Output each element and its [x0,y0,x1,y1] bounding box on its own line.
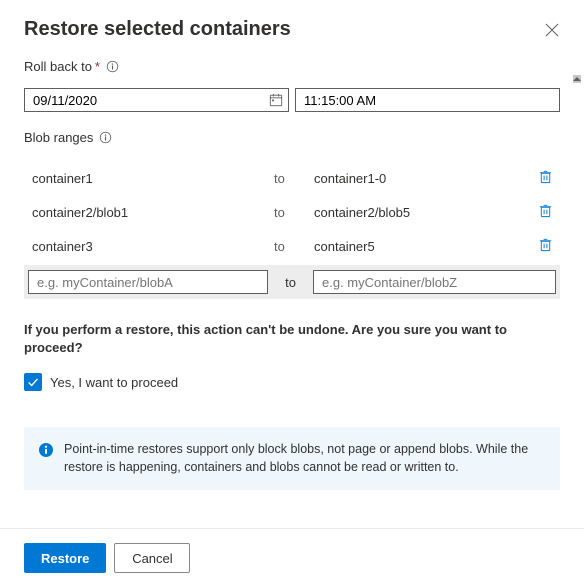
range-to-input[interactable] [313,270,556,294]
range-to: container1-0 [314,171,530,186]
trash-icon [538,203,553,218]
range-to-label: to [274,239,314,254]
info-box-icon [38,442,54,476]
rollback-info-icon[interactable] [106,60,119,73]
restore-button[interactable]: Restore [24,543,106,573]
range-from: container1 [24,171,274,186]
table-row: container2/blob1 to container2/blob5 [24,195,560,229]
close-icon [545,23,559,37]
confirm-warning: If you perform a restore, this action ca… [24,321,560,357]
range-to: container5 [314,239,530,254]
info-icon [99,131,112,144]
panel-title: Restore selected containers [24,18,291,41]
table-row: container1 to container1-0 [24,161,560,195]
required-asterisk: * [95,59,100,74]
info-box: Point-in-time restores support only bloc… [24,427,560,490]
ranges-info-icon[interactable] [99,131,112,144]
range-from: container2/blob1 [24,205,274,220]
panel-footer: Restore Cancel [0,528,584,587]
range-to-label: to [274,171,314,186]
info-icon [38,442,54,458]
delete-range-button[interactable] [538,169,553,184]
date-input-wrap [24,88,289,112]
scrollbar-thumb[interactable] [573,75,581,83]
confirm-checkbox[interactable] [24,373,42,391]
rollback-label: Roll back to [24,59,92,74]
restore-panel: Restore selected containers Roll back to… [0,0,584,587]
range-from-input[interactable] [28,270,268,294]
confirm-checkbox-label: Yes, I want to proceed [50,375,178,390]
scrollbar-track[interactable] [568,68,584,528]
confirm-checkbox-row: Yes, I want to proceed [24,373,560,391]
datetime-row [24,88,560,112]
table-row: container3 to container5 [24,229,560,263]
info-box-text: Point-in-time restores support only bloc… [64,441,546,476]
date-input[interactable] [24,88,289,112]
ranges-label: Blob ranges [24,130,93,145]
delete-range-button[interactable] [538,237,553,252]
range-from: container3 [24,239,274,254]
delete-range-button[interactable] [538,203,553,218]
range-to-label: to [274,205,314,220]
cancel-button[interactable]: Cancel [114,543,190,573]
ranges-label-row: Blob ranges [24,130,560,145]
close-button[interactable] [544,22,560,38]
range-input-to-label: to [268,275,313,290]
panel-header: Restore selected containers [0,0,584,59]
trash-icon [538,237,553,252]
range-to: container2/blob5 [314,205,530,220]
checkmark-icon [26,375,40,389]
ranges-table: container1 to container1-0 container2/bl… [24,161,560,299]
rollback-label-row: Roll back to * [24,59,560,74]
panel-body: Roll back to * Blob ranges containe [0,59,584,519]
info-icon [106,60,119,73]
time-input[interactable] [295,88,560,112]
new-range-row: to [24,265,560,299]
trash-icon [538,169,553,184]
